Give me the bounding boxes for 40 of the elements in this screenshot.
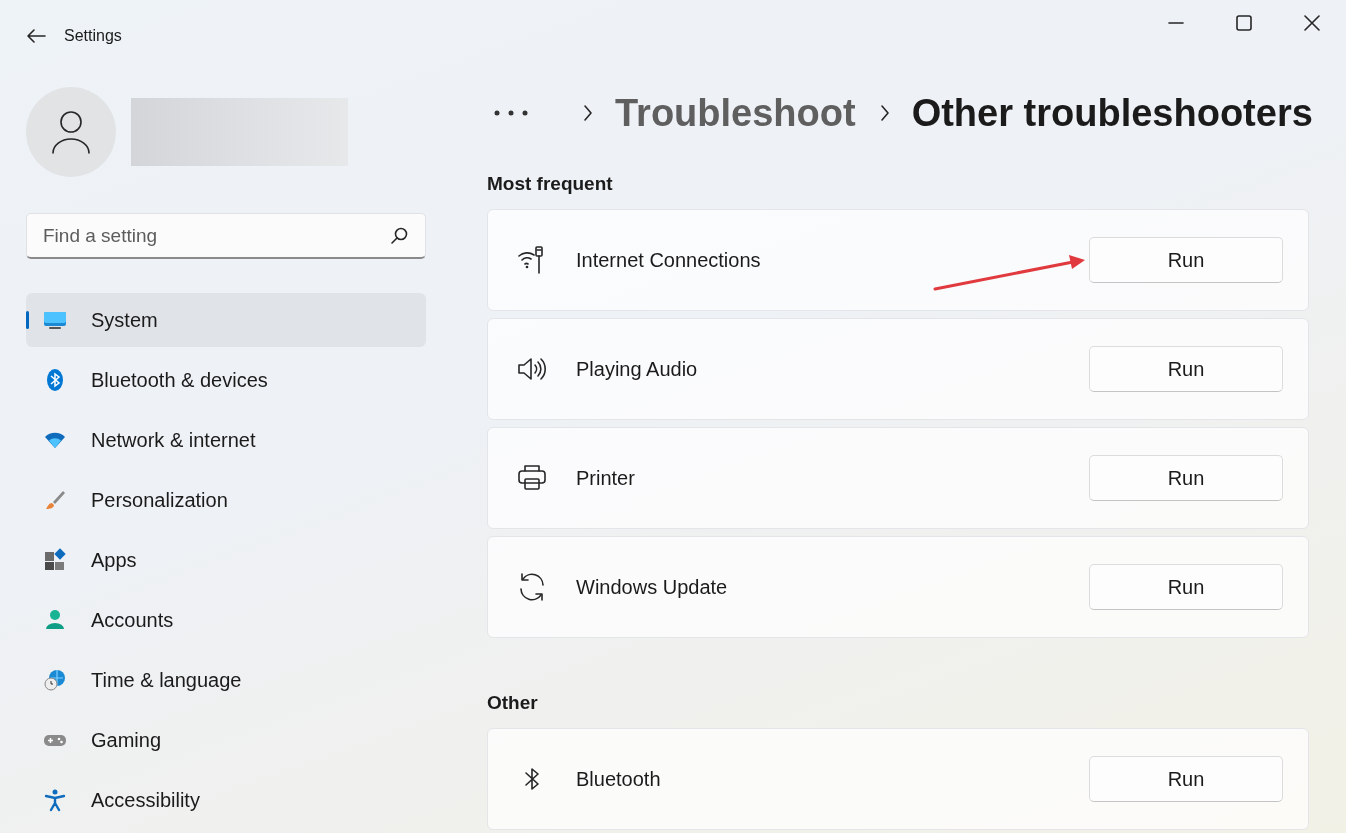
sidebar-item[interactable]: Accounts xyxy=(26,593,426,647)
person-icon xyxy=(51,110,91,154)
run-button[interactable]: Run xyxy=(1089,455,1283,501)
troubleshooter-name: Playing Audio xyxy=(576,357,699,381)
troubleshooter-name: Printer xyxy=(576,466,636,490)
troubleshooter-name: Bluetooth xyxy=(576,767,662,791)
sidebar-item[interactable]: Bluetooth & devices xyxy=(26,353,426,407)
close-icon xyxy=(1304,15,1320,31)
troubleshooter-name: Windows Update xyxy=(576,575,729,599)
sidebar-item[interactable]: Apps xyxy=(26,533,426,587)
maximize-icon xyxy=(1236,15,1252,31)
troubleshooter-name: Internet Connections xyxy=(576,248,762,272)
globe-clock-icon xyxy=(43,668,67,692)
breadcrumb-item: Other troubleshooters xyxy=(911,91,1313,135)
back-arrow-icon xyxy=(26,28,46,44)
breadcrumb-item[interactable]: Troubleshoot xyxy=(615,91,856,135)
section-heading: Most frequent xyxy=(487,172,614,196)
sidebar-item[interactable]: Gaming xyxy=(26,713,426,767)
sidebar-item[interactable]: Personalization xyxy=(26,473,426,527)
chevron-icon xyxy=(879,104,890,122)
sidebar-item[interactable]: System xyxy=(26,293,426,347)
person-icon xyxy=(43,608,67,632)
section-heading: Other xyxy=(487,691,539,715)
apps-icon xyxy=(43,548,67,572)
minimize-icon xyxy=(1168,22,1184,24)
more-icon xyxy=(494,110,528,116)
search-field[interactable]: Find a setting xyxy=(26,213,426,259)
run-button[interactable]: Run xyxy=(1089,564,1283,610)
accessibility-icon xyxy=(43,788,67,812)
sidebar-item[interactable]: Accessibility xyxy=(26,773,426,827)
sidebar-item[interactable]: Network & internet xyxy=(26,413,426,467)
selection-indicator xyxy=(26,311,29,329)
run-button[interactable]: Run xyxy=(1089,756,1283,802)
sidebar-item[interactable]: Time & language xyxy=(26,653,426,707)
chevron-icon xyxy=(583,104,593,122)
search-icon xyxy=(390,227,408,245)
paintbrush-icon xyxy=(43,488,67,512)
run-button[interactable]: Run xyxy=(1089,237,1283,283)
run-button[interactable]: Run xyxy=(1089,346,1283,392)
window-title: Settings xyxy=(64,27,122,45)
